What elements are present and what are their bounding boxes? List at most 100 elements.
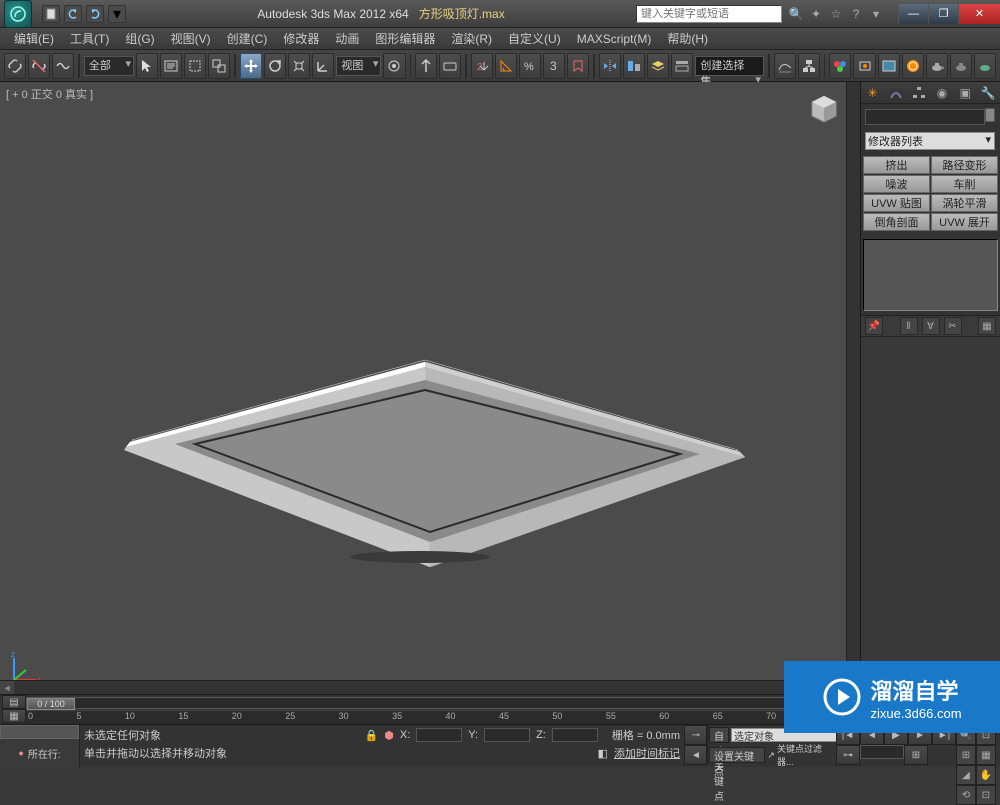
render-setup-icon[interactable] [853, 53, 875, 79]
mod-btn-noise[interactable]: 噪波 [863, 175, 930, 193]
time-tag-icon[interactable]: ◧ [598, 747, 608, 760]
select-region-icon[interactable] [184, 53, 206, 79]
select-rotate-icon[interactable] [264, 53, 286, 79]
key-mode-toggle-icon[interactable]: ⊸ [684, 725, 708, 745]
menu-modifiers[interactable]: 修改器 [275, 30, 327, 47]
menu-tools[interactable]: 工具(T) [62, 30, 117, 47]
mod-btn-pathdeform[interactable]: 路径变形 [931, 156, 998, 174]
use-center-icon[interactable] [383, 53, 405, 79]
viewport[interactable]: [ + 0 正交 0 真实 ] [0, 82, 860, 694]
key-filter-label[interactable]: 关键点过滤器... [777, 742, 834, 768]
pin-stack-icon[interactable]: 📌 [865, 317, 883, 335]
help-icon[interactable]: ? [848, 6, 864, 22]
link-icon[interactable] [4, 53, 26, 79]
modifier-stack[interactable] [863, 239, 998, 311]
search-input[interactable] [636, 5, 782, 23]
zoom-extents-all-icon[interactable]: ▦ [976, 745, 996, 765]
app-icon[interactable] [4, 0, 32, 28]
viewport-scrollbar-vertical[interactable] [846, 82, 860, 694]
schematic-view-icon[interactable] [798, 53, 820, 79]
tab-display-icon[interactable]: ▣ [956, 84, 974, 102]
menu-group[interactable]: 组(G) [117, 30, 162, 47]
view-cube[interactable] [806, 92, 842, 128]
z-coord-input[interactable] [552, 728, 598, 742]
tab-create-icon[interactable]: ✳ [864, 84, 882, 102]
select-move-icon[interactable] [240, 53, 262, 79]
select-scale-icon[interactable] [288, 53, 310, 79]
bind-space-warp-icon[interactable] [52, 53, 74, 79]
angle-snap-icon[interactable] [495, 53, 517, 79]
qat-new-icon[interactable] [42, 5, 60, 23]
make-unique-icon[interactable]: ∀ [922, 317, 940, 335]
mod-btn-uvwmap[interactable]: UVW 贴图 [863, 194, 930, 212]
qat-redo-icon[interactable] [86, 5, 104, 23]
set-key-button[interactable]: 设置关键点 [709, 747, 765, 763]
teapot-render2-icon[interactable] [950, 53, 972, 79]
isolate-icon[interactable]: ⬢ [384, 729, 394, 742]
keyboard-shortcut-icon[interactable] [439, 53, 461, 79]
tab-hierarchy-icon[interactable] [910, 84, 928, 102]
help-dropdown-icon[interactable]: ▾ [868, 6, 884, 22]
spinner-snap-icon[interactable]: 3 [543, 53, 565, 79]
menu-graph-editors[interactable]: 图形编辑器 [367, 30, 443, 47]
select-object-icon[interactable] [136, 53, 158, 79]
mod-btn-turbosmooth[interactable]: 涡轮平滑 [931, 194, 998, 212]
menu-edit[interactable]: 编辑(E) [6, 30, 62, 47]
material-editor-icon[interactable] [829, 53, 851, 79]
add-time-tag[interactable]: 添加时间标记 [614, 745, 680, 761]
configure-sets-icon[interactable]: ▦ [978, 317, 996, 335]
percent-snap-icon[interactable]: % [519, 53, 541, 79]
tab-utilities-icon[interactable]: 🔧 [979, 84, 997, 102]
edit-named-sel-icon[interactable] [567, 53, 589, 79]
curve-editor-icon[interactable] [774, 53, 796, 79]
selection-filter-dropdown[interactable]: 全部 [84, 56, 134, 76]
timeline-config-icon[interactable]: ▤ [2, 695, 26, 709]
fov-icon[interactable]: ◢ [956, 765, 976, 785]
zoom-extents-icon[interactable]: ⊞ [956, 745, 976, 765]
mod-btn-extrude[interactable]: 挤出 [863, 156, 930, 174]
modifier-list-dropdown[interactable]: 修改器列表 [865, 132, 995, 150]
auto-key-button[interactable]: 自动关键点 [709, 727, 729, 743]
menu-create[interactable]: 创建(C) [219, 30, 276, 47]
remove-modifier-icon[interactable]: ✂ [944, 317, 962, 335]
key-step-icon[interactable]: ⊶ [836, 745, 860, 765]
pan-icon[interactable]: ✋ [976, 765, 996, 785]
y-coord-input[interactable] [484, 728, 530, 742]
minimize-button[interactable]: — [898, 4, 928, 24]
object-color-swatch[interactable] [985, 108, 995, 122]
viewport-scrollbar-horizontal[interactable]: ◄ ► [0, 680, 846, 694]
lock-icon[interactable]: 🔒 [365, 729, 379, 742]
comm-center-icon[interactable]: ✦ [808, 6, 824, 22]
time-config-icon[interactable]: ⊞ [904, 745, 928, 765]
scroll-left-icon[interactable]: ◄ [0, 681, 14, 695]
search-icon[interactable]: 🔍 [788, 6, 804, 22]
ref-coord-dropdown[interactable]: 视图 [336, 56, 381, 76]
key-filter-icon[interactable]: ↗ [767, 750, 775, 761]
render-iterative-icon[interactable] [974, 53, 996, 79]
mod-btn-lathe[interactable]: 车削 [931, 175, 998, 193]
snap-2d-icon[interactable]: 2 [471, 53, 493, 79]
align-icon[interactable] [623, 53, 645, 79]
tab-motion-icon[interactable]: ◉ [933, 84, 951, 102]
key-mode-icon[interactable]: ◄ [684, 745, 708, 765]
qat-dropdown-icon[interactable]: ▾ [108, 5, 126, 23]
mod-btn-uvwunwrap[interactable]: UVW 展开 [931, 213, 998, 231]
layer-manager-icon[interactable] [647, 53, 669, 79]
object-name-input[interactable] [865, 109, 985, 125]
menu-animation[interactable]: 动画 [327, 30, 367, 47]
select-manipulate-icon[interactable] [415, 53, 437, 79]
tab-modify-icon[interactable] [887, 84, 905, 102]
named-sel-set-dropdown[interactable]: 创建选择集 [695, 56, 764, 76]
mirror-icon[interactable] [599, 53, 621, 79]
select-by-name-icon[interactable] [160, 53, 182, 79]
render-production-icon[interactable] [902, 53, 924, 79]
qat-undo-icon[interactable] [64, 5, 82, 23]
menu-help[interactable]: 帮助(H) [659, 30, 716, 47]
script-mini-listener[interactable] [0, 725, 79, 739]
menu-rendering[interactable]: 渲染(R) [443, 30, 500, 47]
rendered-frame-icon[interactable] [878, 53, 900, 79]
unlink-icon[interactable] [28, 53, 50, 79]
show-end-result-icon[interactable]: ‖ [900, 317, 918, 335]
teapot-render-icon[interactable] [926, 53, 948, 79]
window-crossing-icon[interactable] [208, 53, 230, 79]
